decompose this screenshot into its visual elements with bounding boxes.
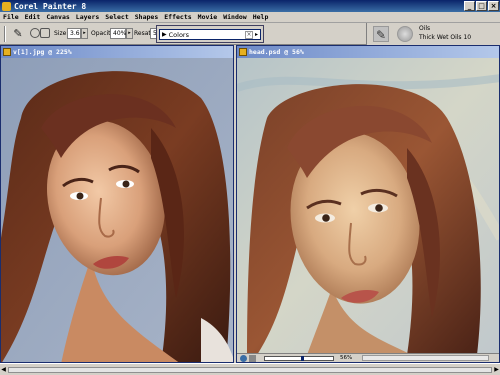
document-titlebar[interactable]: head.psd @ 56% bbox=[237, 46, 499, 58]
colors-palette-header[interactable]: ▶ Colors × ▸ bbox=[159, 29, 261, 40]
menu-layers[interactable]: Layers bbox=[76, 13, 99, 21]
zoom-slider[interactable] bbox=[264, 355, 334, 361]
zoom-value: 56% bbox=[340, 355, 353, 361]
brush-category-name[interactable]: Oils bbox=[419, 25, 497, 33]
dab-shape-flat-icon[interactable] bbox=[40, 28, 50, 38]
zoom-slider-thumb[interactable] bbox=[301, 355, 304, 361]
tracing-paper-icon[interactable] bbox=[249, 354, 256, 362]
menu-window[interactable]: Window bbox=[223, 13, 246, 21]
horizontal-scrollbar[interactable] bbox=[362, 355, 489, 361]
navigator-icon[interactable] bbox=[240, 354, 247, 362]
document-title: v[1].jpg @ 225% bbox=[13, 48, 72, 56]
size-field[interactable]: 3.6 bbox=[67, 28, 81, 39]
scroll-left-icon[interactable]: ◀ bbox=[0, 366, 7, 374]
brush-variant-icon[interactable] bbox=[397, 26, 413, 42]
colors-palette: ▶ Colors × ▸ bbox=[156, 25, 264, 43]
opacity-field[interactable]: 40% bbox=[110, 28, 126, 39]
minimize-button[interactable]: _ bbox=[464, 1, 475, 11]
expand-arrow-icon[interactable]: ▶ bbox=[162, 31, 167, 38]
menu-select[interactable]: Select bbox=[105, 13, 128, 21]
close-icon[interactable]: × bbox=[244, 30, 253, 39]
toolbar-separator bbox=[4, 26, 6, 42]
menu-effects[interactable]: Effects bbox=[164, 13, 191, 21]
app-titlebar: Corel Painter 8 _ □ × bbox=[0, 0, 500, 12]
brush-tool-icon[interactable]: ✎ bbox=[11, 27, 25, 41]
document-icon bbox=[3, 48, 11, 56]
painter-app-icon bbox=[2, 1, 11, 11]
document-title: head.psd @ 56% bbox=[249, 48, 304, 56]
reference-photo-window[interactable]: v[1].jpg @ 225% bbox=[0, 45, 234, 363]
brush-selector: ✎ Oils Thick Wet Oils 10 bbox=[366, 23, 500, 45]
menu-help[interactable]: Help bbox=[253, 13, 269, 21]
painting-window[interactable]: head.psd @ 56% 56% bbox=[236, 45, 500, 363]
window-controls: _ □ × bbox=[464, 1, 499, 11]
document-status-bar: 56% bbox=[237, 353, 499, 362]
reference-photo-canvas[interactable] bbox=[1, 58, 233, 362]
menu-canvas[interactable]: Canvas bbox=[46, 13, 69, 21]
menu-shapes[interactable]: Shapes bbox=[135, 13, 158, 21]
workspace-scrollbar: ◀ ▶ bbox=[0, 363, 500, 375]
horizontal-scroll-track[interactable] bbox=[8, 367, 492, 373]
reference-photo-image bbox=[1, 58, 233, 362]
dab-shape-round-icon[interactable] bbox=[30, 28, 40, 38]
brush-category-icon[interactable]: ✎ bbox=[373, 26, 389, 42]
maximize-button[interactable]: □ bbox=[476, 1, 487, 11]
palette-menu-icon[interactable]: ▸ bbox=[255, 31, 258, 38]
brush-variant-name[interactable]: Thick Wet Oils 10 bbox=[419, 34, 497, 42]
size-stepper[interactable]: ▸ bbox=[81, 28, 88, 39]
document-icon bbox=[239, 48, 247, 56]
menu-bar: File Edit Canvas Layers Select Shapes Ef… bbox=[0, 12, 500, 23]
menu-file[interactable]: File bbox=[3, 13, 19, 21]
colors-palette-label: Colors bbox=[168, 30, 189, 39]
app-title: Corel Painter 8 bbox=[14, 1, 87, 11]
painting-image bbox=[237, 58, 499, 355]
painting-canvas[interactable] bbox=[237, 58, 499, 362]
scroll-right-icon[interactable]: ▶ bbox=[493, 366, 500, 374]
document-titlebar[interactable]: v[1].jpg @ 225% bbox=[1, 46, 233, 58]
close-button[interactable]: × bbox=[488, 1, 499, 11]
menu-edit[interactable]: Edit bbox=[25, 13, 41, 21]
menu-movie[interactable]: Movie bbox=[198, 13, 218, 21]
opacity-stepper[interactable]: ▸ bbox=[126, 28, 133, 39]
